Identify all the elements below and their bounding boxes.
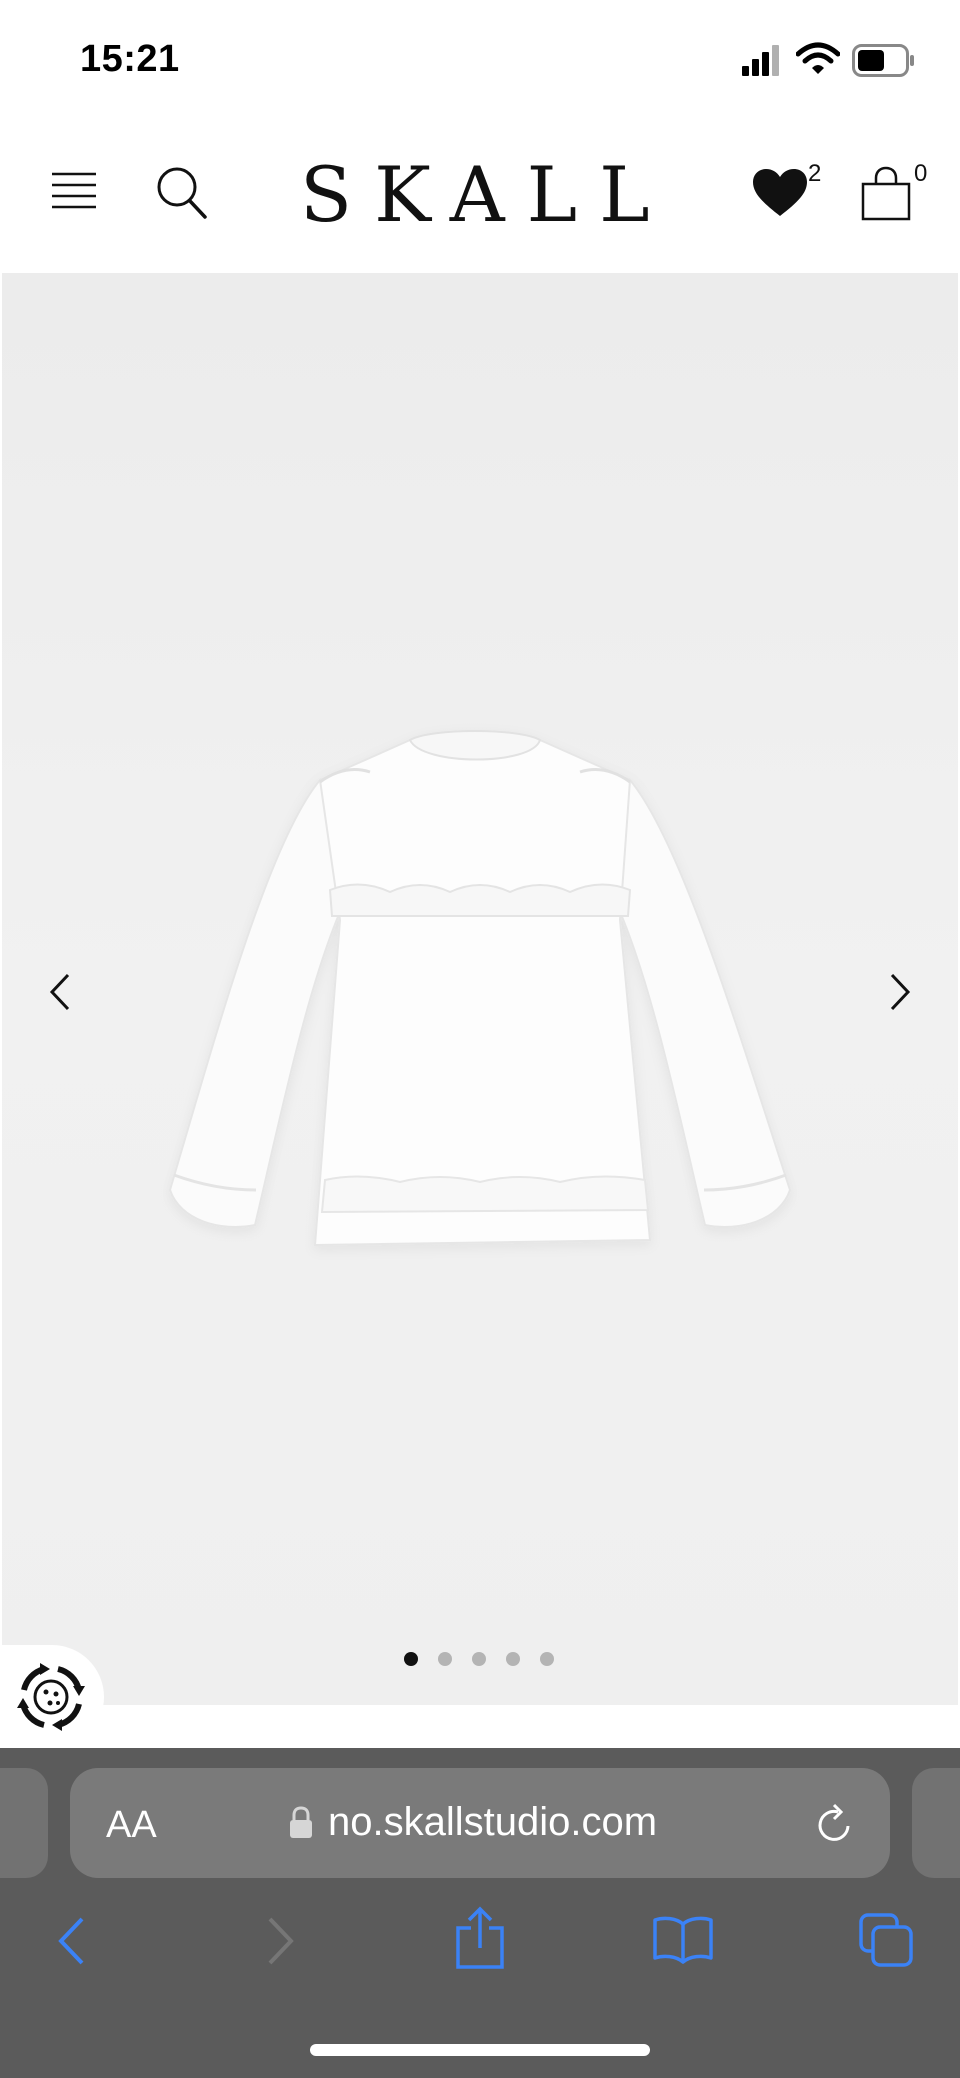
pagination-dot[interactable] [540,1652,554,1666]
tabs-icon[interactable] [858,1912,914,1968]
wifi-icon [796,42,840,74]
home-indicator [310,2044,650,2056]
site-logo[interactable]: SKALL [300,150,660,240]
battery-icon [852,44,914,77]
bookmarks-icon[interactable] [652,1914,714,1964]
cookie-consent-icon[interactable] [14,1660,88,1734]
pagination-dot[interactable] [472,1652,486,1666]
cart-count-badge: 0 [914,160,928,187]
cellular-signal-icon [742,45,779,76]
shopping-bag-icon[interactable] [860,166,912,222]
pagination-dot[interactable] [438,1652,452,1666]
pagination-dot[interactable] [404,1652,418,1666]
next-tab-preview[interactable] [912,1768,960,1878]
forward-icon [268,1917,294,1965]
back-icon[interactable] [56,1916,88,1966]
wishlist-count-badge: 2 [808,160,822,187]
previous-image-chevron-icon[interactable] [48,972,74,1012]
gallery-pagination [404,1652,554,1666]
share-icon[interactable] [454,1906,506,1970]
next-image-chevron-icon[interactable] [886,972,912,1012]
previous-tab-preview[interactable] [0,1768,48,1878]
wishlist-heart-icon[interactable] [752,168,808,218]
url-text[interactable]: no.skallstudio.com [328,1800,657,1845]
status-time: 15:21 [80,38,180,80]
text-size-button[interactable]: AA [106,1804,157,1847]
product-image-blouse [168,730,792,1247]
lock-icon [290,1806,312,1838]
menu-icon[interactable] [52,170,96,214]
pagination-dot[interactable] [506,1652,520,1666]
search-icon[interactable] [156,166,208,220]
reload-icon[interactable] [814,1802,856,1846]
